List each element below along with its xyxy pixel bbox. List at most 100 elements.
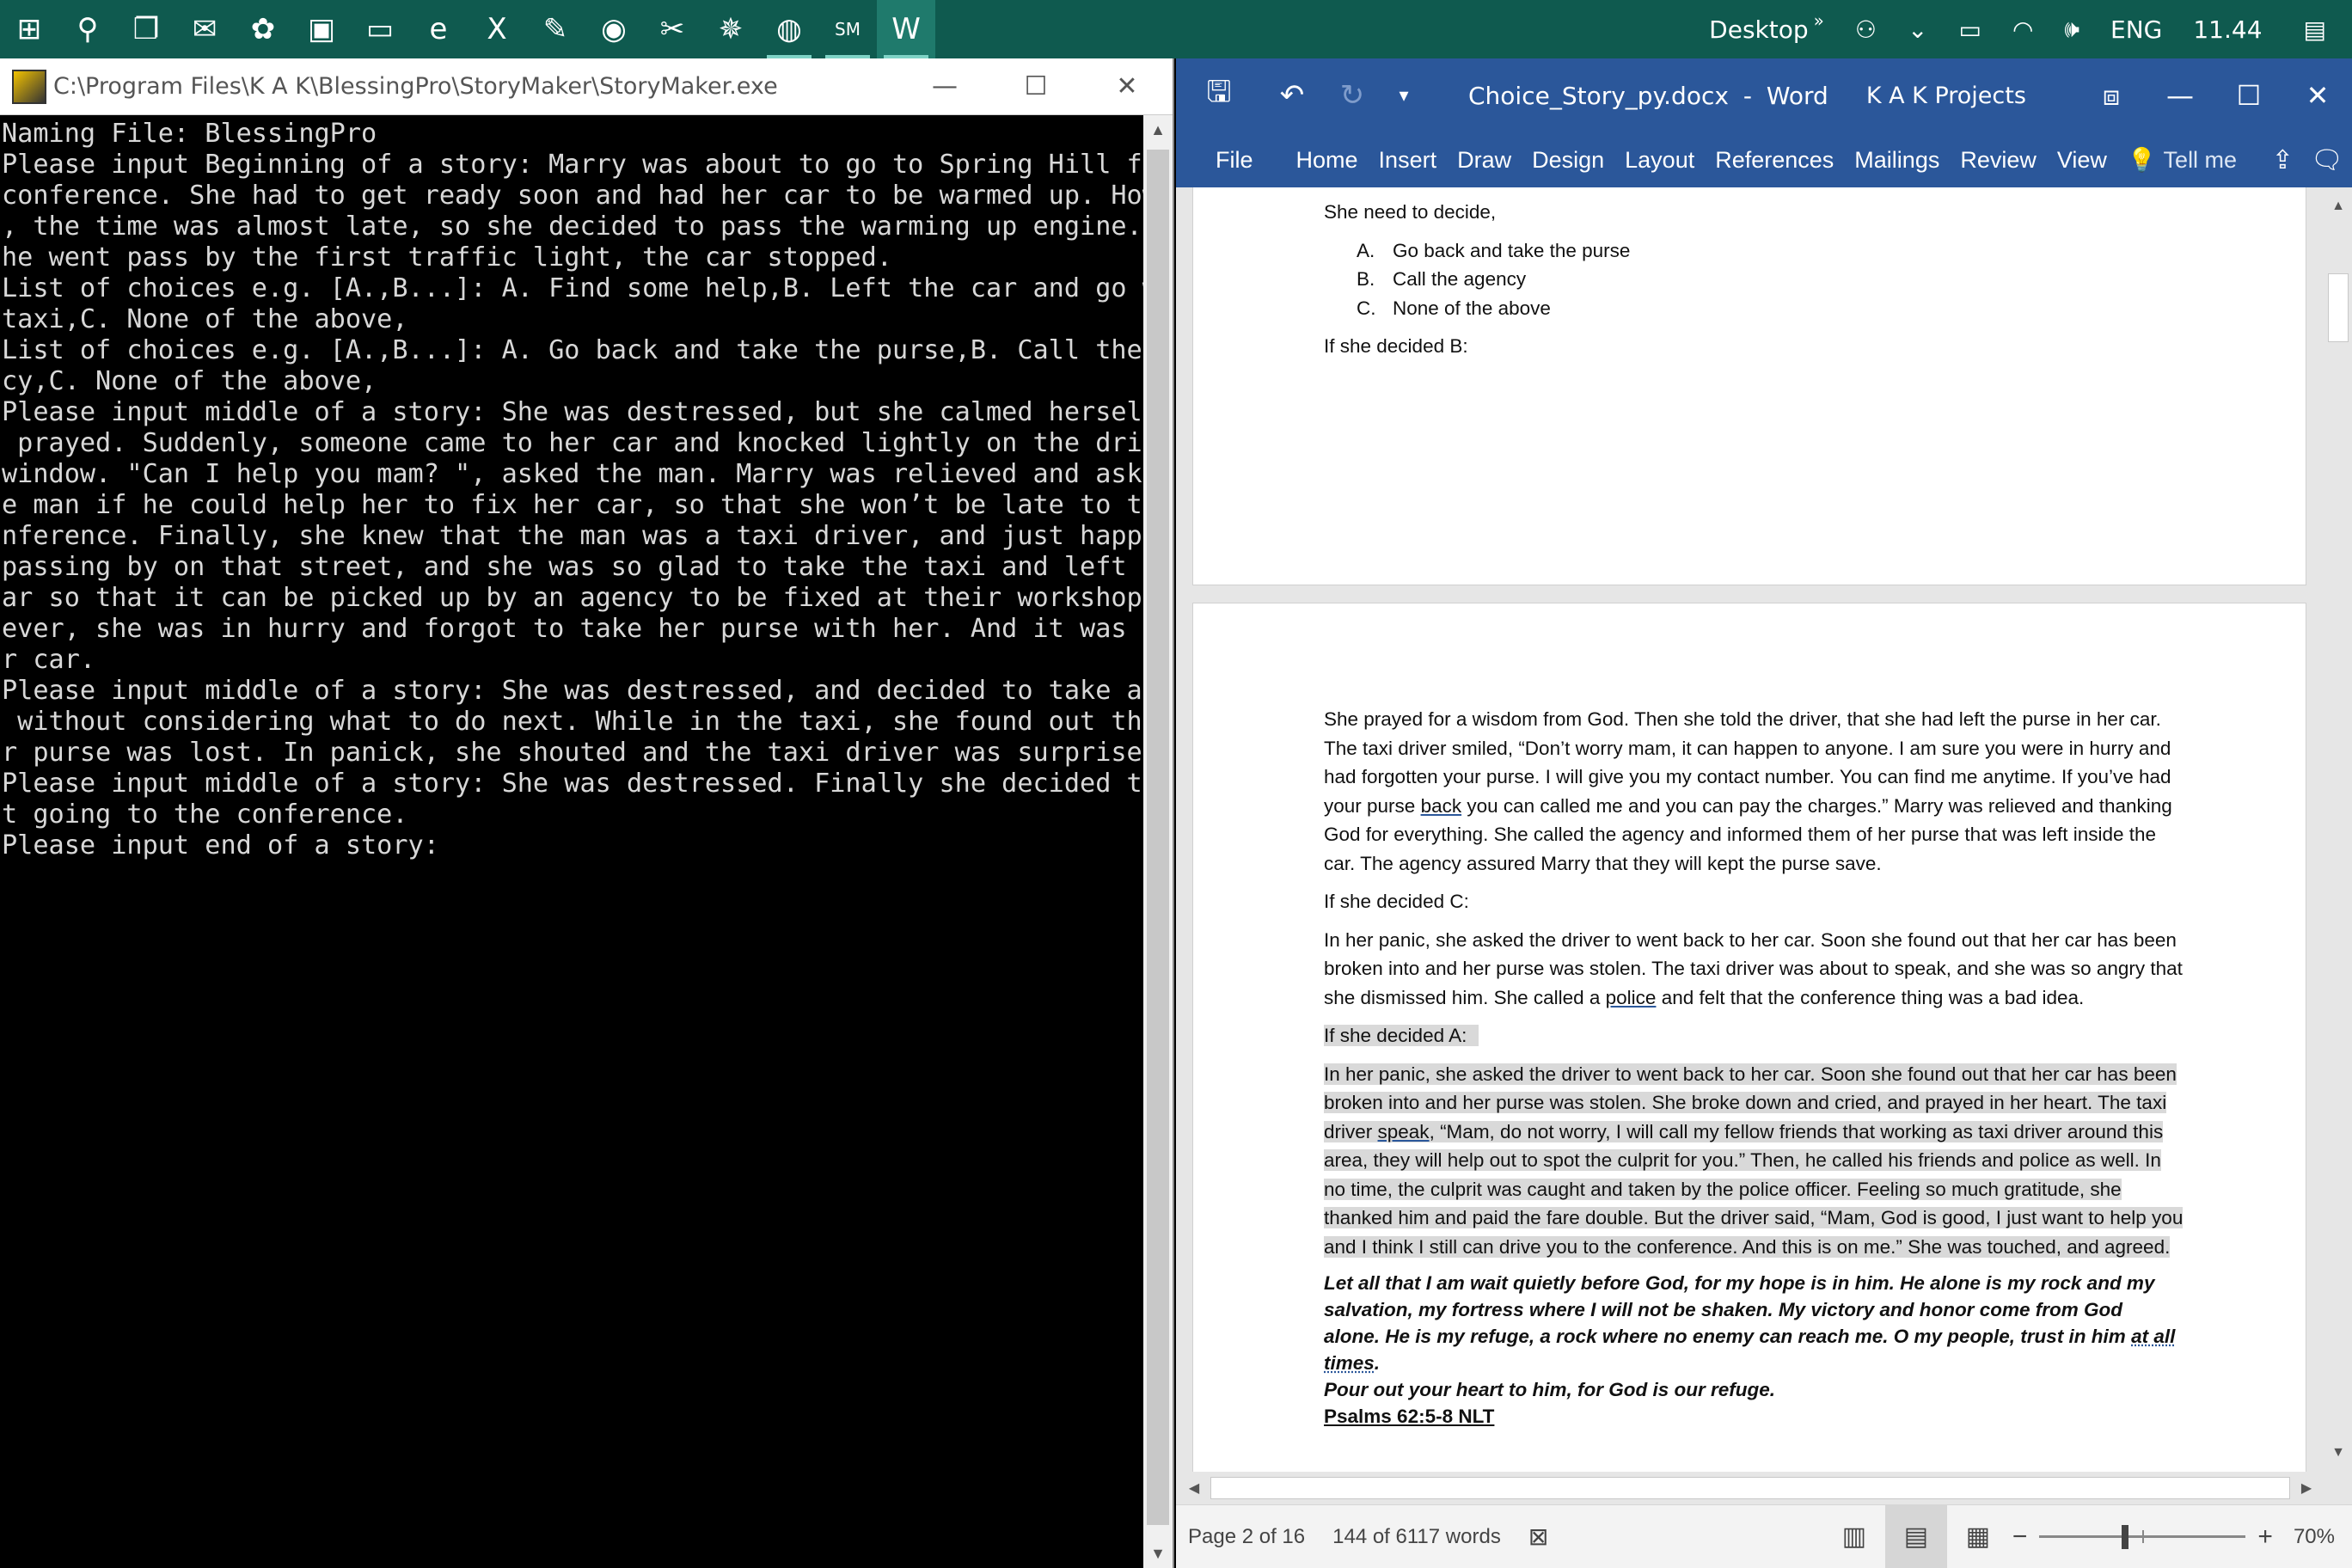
customize-qat-icon[interactable]: ▾	[1382, 58, 1425, 132]
zoom-out-icon[interactable]: −	[2009, 1522, 2031, 1552]
mail-icon[interactable]: ✉	[175, 0, 234, 58]
document-page-2[interactable]: She prayed for a wisdom from God. Then s…	[1193, 603, 2306, 1472]
clock[interactable]: 11.44	[2177, 0, 2277, 58]
language-indicator[interactable]: ENG	[2095, 0, 2177, 58]
proofing-word-police[interactable]: police	[1606, 987, 1657, 1008]
console-title: C:\Program Files\K A K\BlessingPro\Story…	[53, 73, 778, 100]
list-item-label: A.	[1357, 239, 1375, 261]
doc-scroll-right-icon[interactable]: ▶	[2292, 1477, 2321, 1499]
tab-home[interactable]: Home	[1286, 132, 1369, 187]
read-mode-icon[interactable]: ▥	[1823, 1505, 1885, 1568]
chrome-icon[interactable]: ◍	[760, 0, 818, 58]
notifications-icon[interactable]: ▤	[2278, 0, 2352, 58]
list-item-text: None of the above	[1393, 297, 1551, 319]
volume-icon[interactable]: 🕪	[2049, 0, 2095, 58]
photo-app-icon[interactable]: ◉	[585, 0, 643, 58]
doc-vertical-scroll-thumb[interactable]	[2328, 273, 2349, 342]
pen-app-icon-glyph: ✎	[542, 12, 568, 46]
pen-app-icon[interactable]: ✎	[526, 0, 585, 58]
wifi-icon[interactable]: ◠	[1997, 0, 2049, 58]
doc-scroll-up-icon[interactable]: ▲	[2324, 193, 2352, 220]
spider-app-icon[interactable]: ✵	[701, 0, 760, 58]
console-scroll-thumb[interactable]	[1147, 150, 1169, 1525]
chrome-icon-glyph: ◍	[776, 12, 802, 46]
console-scrollbar[interactable]: ▲ ▼	[1143, 115, 1173, 1568]
tab-design[interactable]: Design	[1522, 132, 1614, 187]
paragraph-a: In her panic, she asked the driver to we…	[1324, 1060, 2184, 1262]
list-item: B. Call the agency	[1324, 265, 2184, 294]
tool-app-icon-glyph: ✂	[659, 12, 685, 46]
console-output[interactable]: Naming File: BlessingPro Please input Beg…	[0, 115, 1143, 1568]
word-counter[interactable]: 144 of 6117 words	[1319, 1525, 1515, 1549]
scroll-down-icon[interactable]: ▼	[1143, 1539, 1173, 1568]
chevron-up-icon[interactable]: ⌄	[1892, 0, 1943, 58]
zoom-in-icon[interactable]: +	[2254, 1522, 2276, 1552]
console-line: , the time was almost late, so she decid…	[2, 211, 1143, 242]
share-icon[interactable]: ⇪	[2263, 145, 2302, 175]
title-separator: -	[1743, 81, 1752, 110]
doc-scroll-left-icon[interactable]: ◀	[1179, 1477, 1209, 1499]
store-icon[interactable]: ▣	[292, 0, 351, 58]
taskbar-pinned-apps: ⊞ ⚲ ❐ ✉ ✿ ▣ ▭ e X ✎ ◉ ✂ ✵ ◍ SM W	[0, 0, 935, 58]
storymaker-icon[interactable]: SM	[818, 0, 877, 58]
document-vertical-scrollbar[interactable]: ▲ ▼	[2324, 187, 2352, 1472]
page1-content: She need to decide, A. Go back and take t…	[1324, 198, 2184, 361]
redo-icon[interactable]: ↻	[1322, 58, 1382, 132]
tell-me-search[interactable]: 💡 Tell me	[2117, 132, 2247, 187]
file-explorer-icon[interactable]: ▭	[351, 0, 409, 58]
zoom-slider[interactable]	[2039, 1525, 2246, 1549]
edge-icon[interactable]: e	[409, 0, 468, 58]
people-icon[interactable]: ⚇	[1840, 0, 1892, 58]
document-horizontal-scrollbar[interactable]: ◀ ▶	[1176, 1472, 2324, 1504]
document-page-1[interactable]: She need to decide, A. Go back and take t…	[1193, 187, 2306, 585]
search-icon[interactable]: ⚲	[58, 0, 117, 58]
tab-view[interactable]: View	[2047, 132, 2117, 187]
undo-icon[interactable]: ↶	[1262, 58, 1322, 132]
quote-text-3: Pour out your heart to him, for God is o…	[1324, 1379, 1776, 1400]
decided-b-heading: If she decided B:	[1324, 335, 1468, 357]
save-icon[interactable]: 🖫	[1176, 58, 1262, 132]
battery-icon[interactable]: ▭	[1943, 0, 1996, 58]
page-counter[interactable]: Page 2 of 16	[1176, 1525, 1319, 1549]
proofing-status-icon[interactable]: ⊠	[1515, 1522, 1562, 1551]
minimize-button[interactable]: —	[899, 58, 990, 115]
word-maximize-button[interactable]: ☐	[2214, 58, 2283, 132]
tab-file[interactable]: File	[1176, 132, 1286, 187]
tell-me-label: Tell me	[2163, 146, 2238, 173]
proofing-word-speak[interactable]: speak	[1378, 1121, 1430, 1142]
list-item-text: Go back and take the purse	[1393, 239, 1631, 261]
close-button[interactable]: ✕	[1081, 58, 1173, 115]
word-close-button[interactable]: ✕	[2283, 58, 2352, 132]
console-line: ever, she was in hurry and forgot to tak…	[2, 614, 1143, 644]
tab-insert[interactable]: Insert	[1369, 132, 1448, 187]
tab-references[interactable]: References	[1705, 132, 1844, 187]
account-name[interactable]: K A K Projects	[1866, 83, 2026, 109]
word-minimize-button[interactable]: —	[2146, 58, 2214, 132]
ribbon-display-options-icon[interactable]: ⧈	[2077, 58, 2146, 132]
tab-draw[interactable]: Draw	[1447, 132, 1522, 187]
start-icon[interactable]: ⊞	[0, 0, 58, 58]
web-layout-icon[interactable]: ▦	[1947, 1505, 2009, 1568]
maximize-button[interactable]: ☐	[990, 58, 1081, 115]
tab-layout[interactable]: Layout	[1614, 132, 1705, 187]
console-line: Naming File: BlessingPro	[2, 119, 377, 149]
doc-scroll-down-icon[interactable]: ▼	[2324, 1439, 2352, 1467]
excel-icon[interactable]: X	[468, 0, 526, 58]
tab-mailings[interactable]: Mailings	[1844, 132, 1950, 187]
paint-icon-glyph: ✿	[250, 12, 276, 46]
document-area[interactable]: She need to decide, A. Go back and take t…	[1176, 187, 2324, 1472]
paint-icon[interactable]: ✿	[234, 0, 292, 58]
scroll-up-icon[interactable]: ▲	[1143, 115, 1173, 144]
console-line: t going to the conference.	[2, 799, 408, 830]
tool-app-icon[interactable]: ✂	[643, 0, 701, 58]
proofing-word-back[interactable]: back	[1421, 795, 1462, 817]
doc-horizontal-scroll-thumb[interactable]	[1210, 1477, 2290, 1499]
comments-icon[interactable]: 🗨	[2302, 145, 2352, 175]
task-view-icon[interactable]: ❐	[117, 0, 175, 58]
desktop-toolbar[interactable]: Desktop»	[1694, 0, 1840, 58]
zoom-level[interactable]: 70%	[2276, 1525, 2352, 1549]
word-icon[interactable]: W	[877, 0, 935, 58]
print-layout-icon[interactable]: ▤	[1884, 1504, 1947, 1568]
zoom-slider-thumb[interactable]	[2122, 1525, 2129, 1549]
tab-review[interactable]: Review	[1950, 132, 2047, 187]
